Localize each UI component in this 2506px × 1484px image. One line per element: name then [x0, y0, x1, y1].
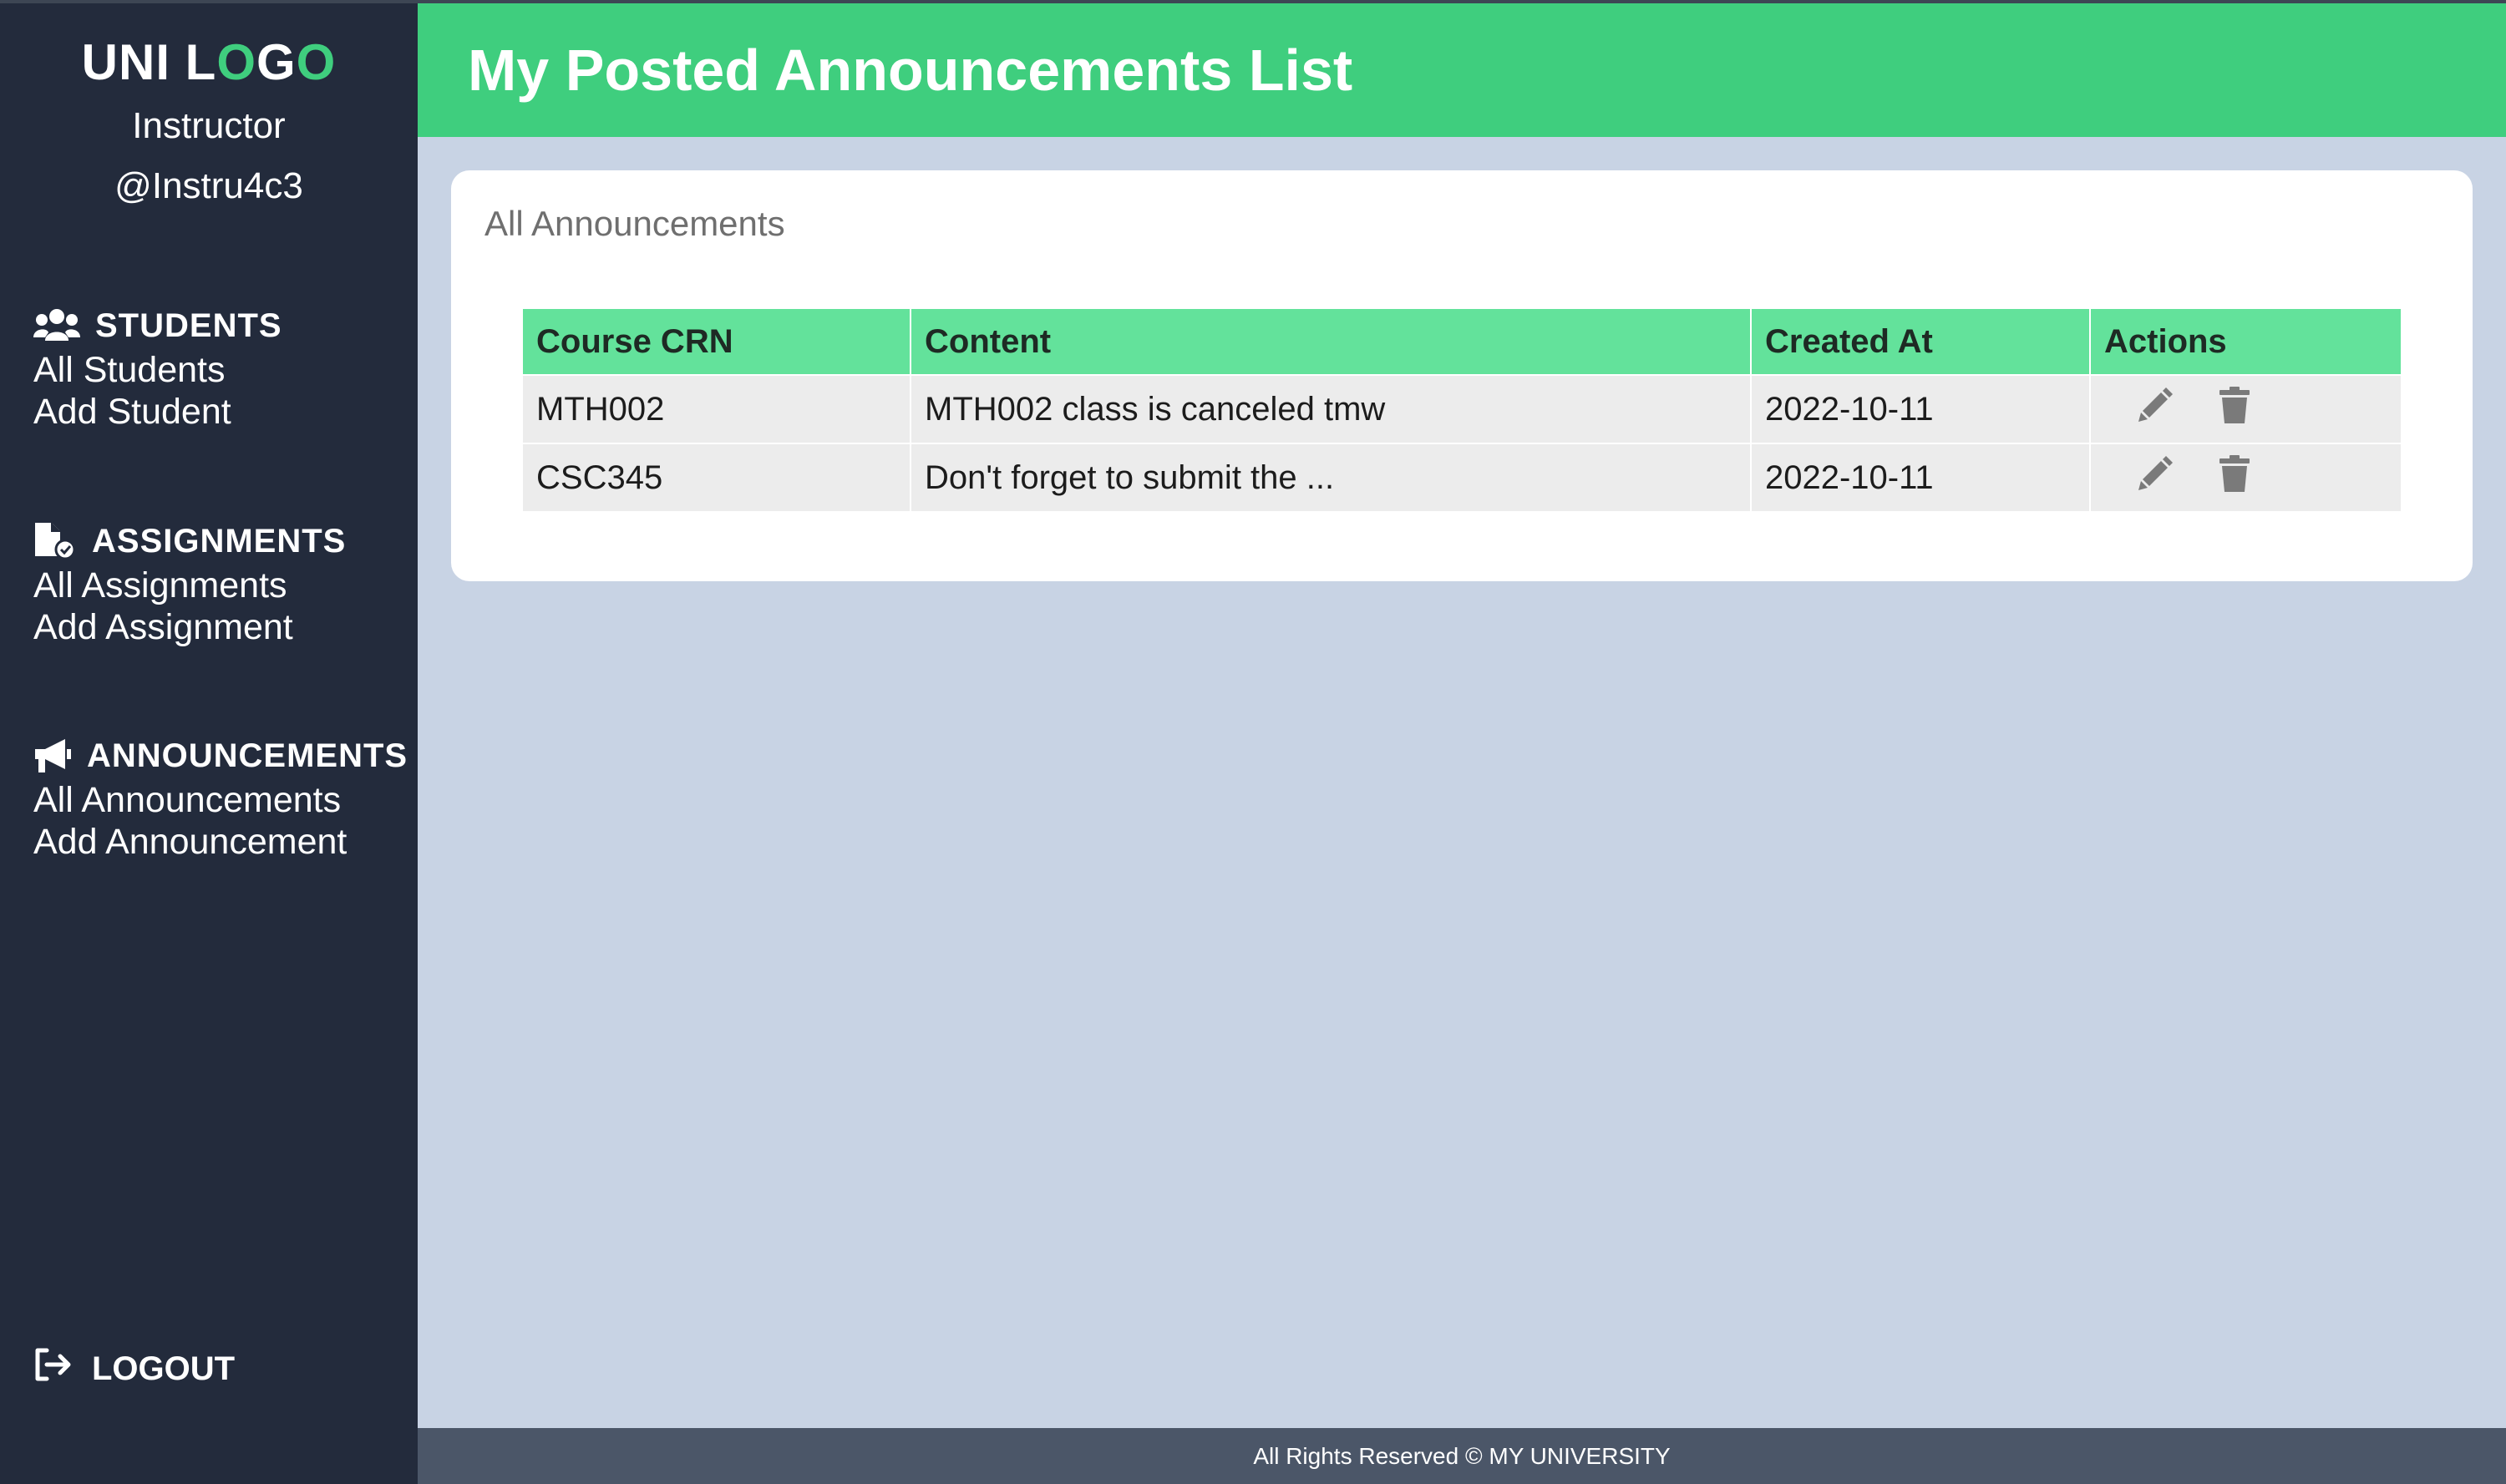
sidebar-section-students: STUDENTS All Students Add Student	[33, 302, 282, 433]
users-icon	[33, 307, 80, 344]
file-check-icon	[33, 521, 77, 561]
trash-icon[interactable]	[2218, 386, 2251, 433]
pencil-icon[interactable]	[2136, 386, 2174, 433]
cell-created: 2022-10-11	[1751, 443, 2091, 511]
column-header-created: Created At	[1751, 309, 2091, 375]
cell-actions	[2090, 443, 2401, 511]
sidebar-link-all-announcements[interactable]: All Announcements	[33, 779, 408, 821]
announcements-card: All Announcements Course CRN Content Cre…	[451, 170, 2473, 581]
column-header-actions: Actions	[2090, 309, 2401, 375]
cell-crn: MTH002	[523, 374, 911, 443]
card-title: All Announcements	[484, 204, 785, 243]
column-header-content: Content	[911, 309, 1752, 375]
sidebar-heading-announcements: ANNOUNCEMENTS	[33, 732, 408, 779]
page-header: My Posted Announcements List	[418, 3, 2506, 137]
footer-text: All Rights Reserved © MY UNIVERSITY	[1253, 1443, 1671, 1469]
sidebar-link-all-students[interactable]: All Students	[33, 349, 282, 391]
sidebar-link-all-assignments[interactable]: All Assignments	[33, 565, 346, 606]
cell-content: MTH002 class is canceled tmw	[911, 374, 1752, 443]
cell-created: 2022-10-11	[1751, 374, 2091, 443]
megaphone-icon	[33, 737, 72, 774]
sidebar-link-add-student[interactable]: Add Student	[33, 391, 282, 433]
page-title: My Posted Announcements List	[468, 38, 1353, 103]
column-header-crn: Course CRN	[523, 309, 911, 375]
sidebar-heading-assignments: ASSIGNMENTS	[33, 518, 346, 565]
announcements-table: Course CRN Content Created At Actions MT…	[523, 309, 2401, 511]
logo: UNI LOGO	[81, 34, 337, 90]
sidebar-link-add-announcement[interactable]: Add Announcement	[33, 821, 408, 863]
footer: All Rights Reserved © MY UNIVERSITY	[418, 1428, 2506, 1484]
table-row: CSC345 Don't forget to submit the ... 20…	[523, 443, 2401, 511]
user-role: Instructor	[132, 105, 286, 146]
sidebar-section-announcements: ANNOUNCEMENTS All Announcements Add Anno…	[33, 732, 408, 863]
user-handle: @Instru4c3	[114, 165, 303, 206]
sidebar-heading-students: STUDENTS	[33, 302, 282, 349]
table-header-row: Course CRN Content Created At Actions	[523, 309, 2401, 375]
logout-button[interactable]: LOGOUT	[33, 1348, 235, 1390]
trash-icon[interactable]	[2218, 454, 2251, 501]
sidebar-link-add-assignment[interactable]: Add Assignment	[33, 606, 346, 648]
sidebar: UNI LOGO Instructor @Instru4c3 STUDENTS …	[0, 3, 418, 1484]
cell-content: Don't forget to submit the ...	[911, 443, 1752, 511]
pencil-icon[interactable]	[2136, 454, 2174, 501]
sidebar-section-assignments: ASSIGNMENTS All Assignments Add Assignme…	[33, 518, 346, 648]
logout-icon	[33, 1348, 74, 1390]
cell-actions	[2090, 374, 2401, 443]
table-row: MTH002 MTH002 class is canceled tmw 2022…	[523, 374, 2401, 443]
cell-crn: CSC345	[523, 443, 911, 511]
